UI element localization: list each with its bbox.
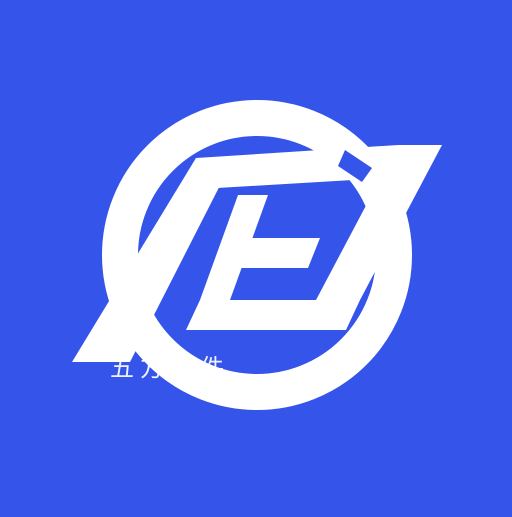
watermark-text: 五方软件 bbox=[110, 354, 230, 382]
logo-j-hook bbox=[186, 300, 360, 330]
app-logo bbox=[0, 0, 512, 512]
hj-monogram-logo-icon bbox=[72, 100, 442, 410]
logo-crossbar bbox=[214, 238, 320, 268]
